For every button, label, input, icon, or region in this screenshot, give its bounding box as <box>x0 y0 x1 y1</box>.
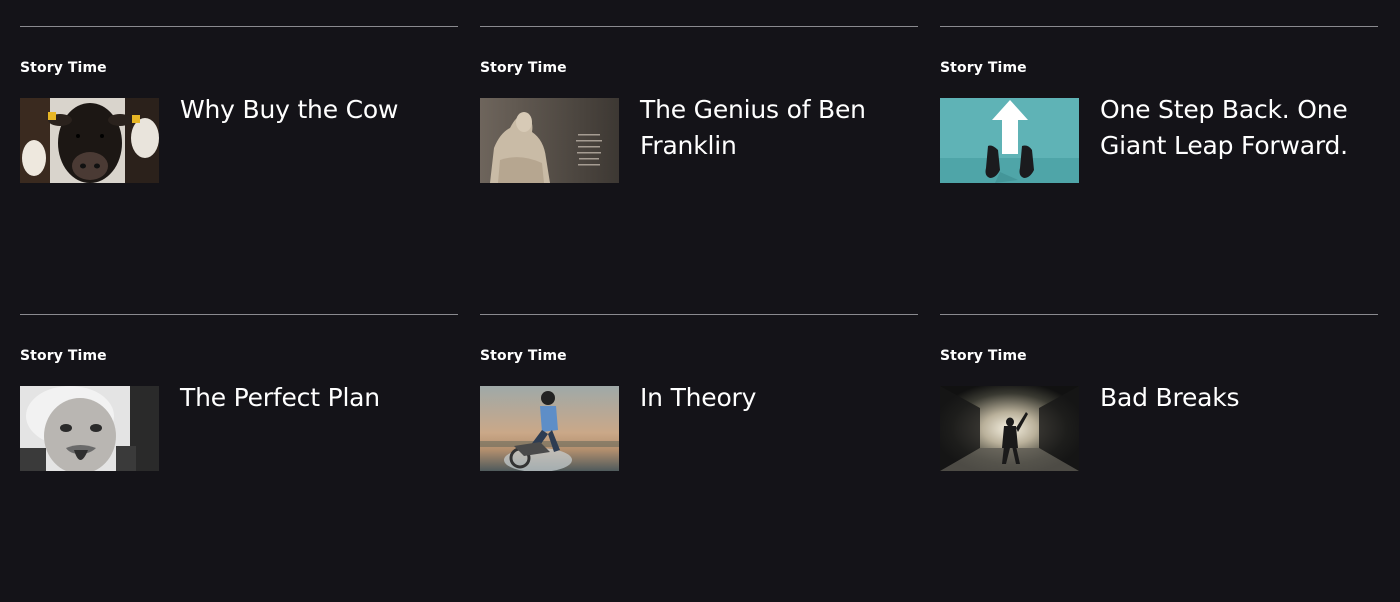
motocross-photo-icon <box>480 386 619 471</box>
category-label[interactable]: Story Time <box>20 60 107 76</box>
category-label[interactable]: Story Time <box>480 348 567 364</box>
einstein-photo-icon <box>20 386 159 471</box>
story-card: Story Time The Perfect Plan <box>20 314 458 602</box>
cow-thumbnail[interactable] <box>20 98 159 183</box>
tunnel-thumbnail[interactable] <box>940 386 1079 471</box>
story-title[interactable]: In Theory <box>640 380 910 416</box>
motocross-thumbnail[interactable] <box>480 386 619 471</box>
story-title[interactable]: Bad Breaks <box>1100 380 1370 416</box>
tunnel-photo-icon <box>940 386 1079 471</box>
category-label[interactable]: Story Time <box>940 348 1027 364</box>
franklin-thumbnail[interactable] <box>480 98 619 183</box>
category-label[interactable]: Story Time <box>940 60 1027 76</box>
story-card: Story Time One Step Back. One Giant Leap… <box>940 26 1378 314</box>
story-grid: Story Time Why Buy the Cow Story Time Th… <box>20 26 1378 602</box>
story-card: Story Time <box>480 314 918 602</box>
arrow-thumbnail[interactable] <box>940 98 1079 183</box>
story-title[interactable]: One Step Back. One Giant Leap Forward. <box>1100 92 1370 164</box>
category-label[interactable]: Story Time <box>480 60 567 76</box>
franklin-statue-photo-icon <box>480 98 619 183</box>
arrow-feet-photo-icon <box>940 98 1079 183</box>
story-title[interactable]: The Perfect Plan <box>180 380 450 416</box>
story-card: Story Time <box>940 314 1378 602</box>
category-label[interactable]: Story Time <box>20 348 107 364</box>
story-card: Story Time <box>480 26 918 314</box>
cow-photo-icon <box>20 98 159 183</box>
einstein-thumbnail[interactable] <box>20 386 159 471</box>
story-title[interactable]: The Genius of Ben Franklin <box>640 92 910 164</box>
story-title[interactable]: Why Buy the Cow <box>180 92 450 128</box>
story-card: Story Time Why Buy the Cow <box>20 26 458 314</box>
